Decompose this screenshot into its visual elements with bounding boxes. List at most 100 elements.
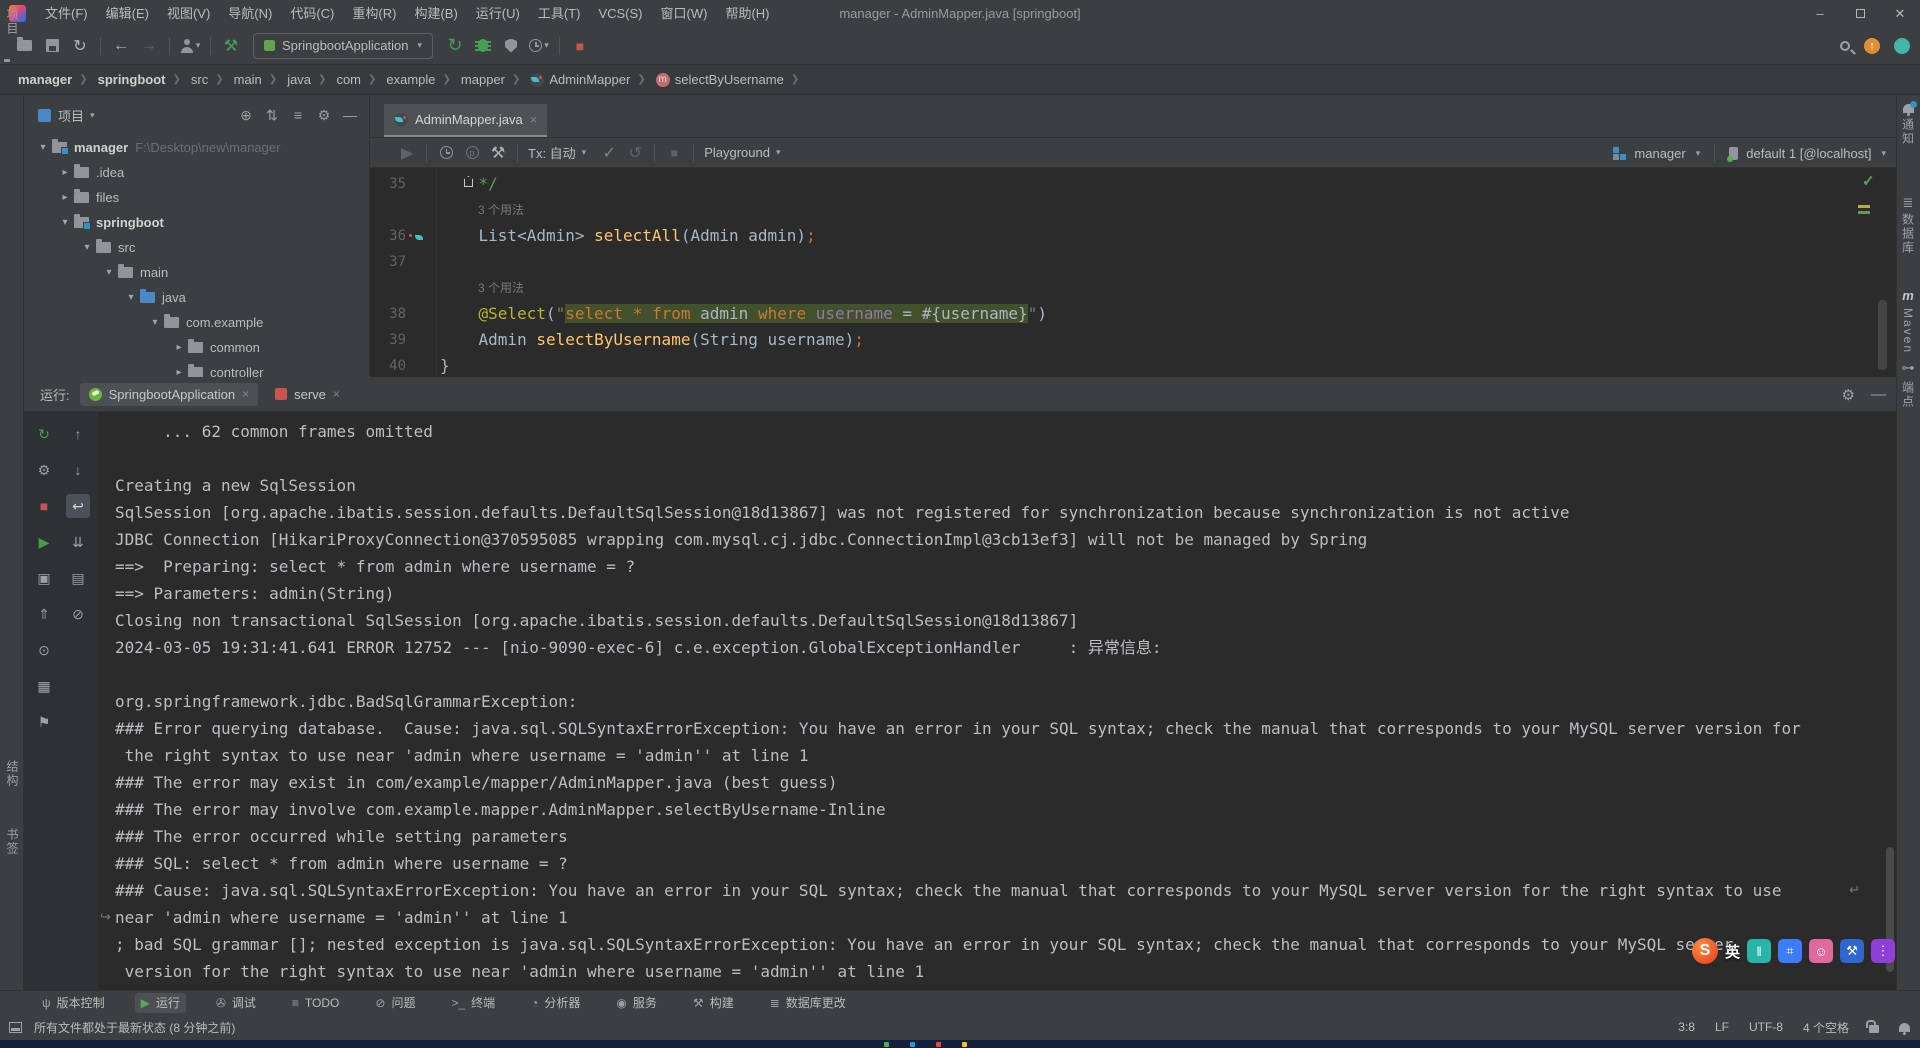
- user-button[interactable]: ▾: [176, 34, 204, 58]
- tree-row[interactable]: ▾ springboot: [24, 210, 369, 235]
- breadcrumb-item[interactable]: m springboot ❯: [94, 72, 187, 87]
- tree-row[interactable]: ▾ java: [24, 285, 369, 310]
- tool-window-switcher-icon[interactable]: [9, 1022, 22, 1033]
- console-action-icon[interactable]: ⊙: [32, 638, 56, 662]
- stripe-tab-maven[interactable]: m Maven: [1897, 288, 1919, 354]
- menu-item[interactable]: 帮助(H): [716, 0, 778, 27]
- menu-item[interactable]: 代码(C): [281, 0, 343, 27]
- session-select[interactable]: default 1 [@localhost]: [1746, 146, 1871, 161]
- console-settings-button[interactable]: ⚒: [485, 141, 511, 165]
- console-action-icon[interactable]: ▣: [32, 566, 56, 590]
- tree-row[interactable]: ▾ manager F:\Desktop\new\manager: [24, 135, 369, 160]
- tool-window-button[interactable]: ▶ 运行: [135, 993, 186, 1013]
- console-run-button[interactable]: ▶: [394, 141, 420, 165]
- tree-chevron-icon[interactable]: ▾: [78, 242, 96, 253]
- tx-mode-select[interactable]: Tx: 自动: [528, 143, 576, 162]
- tool-window-button[interactable]: ⊘ 问题: [369, 993, 421, 1013]
- line-ending[interactable]: LF: [1715, 1020, 1729, 1034]
- tree-chevron-icon[interactable]: ▸: [170, 342, 188, 353]
- warning-stripe-mark[interactable]: [1858, 205, 1870, 208]
- coverage-button[interactable]: [497, 34, 525, 58]
- menu-item[interactable]: 导航(N): [219, 0, 281, 27]
- console-parameters-button[interactable]: p: [459, 141, 485, 165]
- console-action-icon[interactable]: ⚙: [32, 458, 56, 482]
- schema-select[interactable]: manager: [1634, 146, 1685, 161]
- console-action-icon[interactable]: ↻: [32, 422, 56, 446]
- tree-row[interactable]: ▾ com.example: [24, 310, 369, 335]
- console-action-icon[interactable]: ▤: [66, 566, 90, 590]
- stripe-tab-project[interactable]: 项目: [4, 8, 21, 36]
- line-number[interactable]: 35: [370, 171, 406, 197]
- breadcrumb-item[interactable]: m AdminMapper ❯: [526, 72, 651, 87]
- run-tab[interactable]: serve ×: [266, 383, 349, 406]
- open-button[interactable]: [10, 34, 38, 58]
- tool-window-button[interactable]: ✇ 调试: [210, 993, 262, 1013]
- tree-row[interactable]: ▾ main: [24, 260, 369, 285]
- editor-tab-adminmapper[interactable]: AdminMapper.java ×: [384, 104, 547, 137]
- debug-button[interactable]: [469, 34, 497, 58]
- vcs-status-text[interactable]: 所有文件都处于最新状态 (8 分钟之前): [34, 1019, 235, 1036]
- console-action-icon[interactable]: ⇊: [66, 530, 90, 554]
- tool-window-button[interactable]: ≡ TODO: [286, 993, 345, 1013]
- tree-row[interactable]: ▸ common: [24, 335, 369, 360]
- panel-settings-button[interactable]: ⚙: [311, 104, 337, 126]
- project-panel-title[interactable]: 项目: [58, 106, 84, 125]
- menu-item[interactable]: 窗口(W): [652, 0, 717, 27]
- tree-chevron-icon[interactable]: ▾: [146, 317, 164, 328]
- line-number[interactable]: 37: [370, 249, 406, 275]
- console-action-icon[interactable]: ■: [32, 494, 56, 518]
- mybatis-gutter-icon[interactable]: [414, 231, 429, 246]
- tree-chevron-icon[interactable]: ▾: [100, 267, 118, 278]
- tool-window-button[interactable]: ≣ 数据库更改: [764, 993, 852, 1013]
- console-action-icon[interactable]: ↩: [66, 494, 90, 518]
- minimize-button[interactable]: –: [1800, 0, 1840, 27]
- tree-row[interactable]: ▾ src: [24, 235, 369, 260]
- breadcrumb-item[interactable]: m main ❯: [230, 72, 284, 87]
- stripe-tab-database[interactable]: ≣ 数据库: [1897, 198, 1919, 255]
- stop-button[interactable]: ■: [566, 34, 594, 58]
- toolbox-icon[interactable]: ⚒: [1840, 939, 1864, 963]
- menu-item[interactable]: 工具(T): [529, 0, 590, 27]
- code-editor[interactable]: */ 3 个用法 List<Admin> selectAll(Admin adm…: [370, 168, 1896, 377]
- line-number[interactable]: [370, 275, 406, 301]
- usages-inlay-hint[interactable]: 3 个用法: [370, 197, 1896, 223]
- ime-language-mode[interactable]: 英: [1725, 941, 1740, 962]
- menu-item[interactable]: 重构(R): [343, 0, 405, 27]
- tool-window-button[interactable]: ψ 版本控制: [36, 993, 111, 1013]
- caret-position[interactable]: 3:8: [1678, 1020, 1695, 1034]
- commit-button[interactable]: ✓: [596, 141, 622, 165]
- tree-row[interactable]: ▸ .idea: [24, 160, 369, 185]
- sync-button[interactable]: ↻: [66, 34, 94, 58]
- menu-item[interactable]: 编辑(E): [97, 0, 158, 27]
- chevron-down-icon[interactable]: ▾: [90, 110, 95, 121]
- console-history-button[interactable]: [433, 141, 459, 165]
- hide-panel-button[interactable]: —: [337, 104, 363, 126]
- breadcrumb-item[interactable]: m mapper ❯: [457, 72, 526, 87]
- rollback-button[interactable]: ↺: [622, 141, 648, 165]
- tree-chevron-icon[interactable]: ▸: [56, 167, 74, 178]
- hide-run-panel-button[interactable]: —: [1871, 386, 1886, 403]
- line-number[interactable]: 36: [370, 223, 406, 249]
- update-badge-icon[interactable]: ↑: [1864, 38, 1880, 54]
- breadcrumb-item[interactable]: m manager ❯: [14, 72, 94, 87]
- emoji-icon[interactable]: ☺: [1809, 939, 1833, 963]
- notifications-bell-icon[interactable]: [1899, 1023, 1910, 1032]
- more-icon[interactable]: ⋮: [1871, 939, 1895, 963]
- build-button[interactable]: ⚒: [217, 34, 245, 58]
- mic-icon[interactable]: ‖: [1747, 939, 1771, 963]
- locate-button[interactable]: ⊕: [233, 104, 259, 126]
- maximize-button[interactable]: [1840, 0, 1880, 27]
- search-icon[interactable]: [1840, 41, 1850, 51]
- back-button[interactable]: ←: [107, 34, 135, 58]
- close-tab-icon[interactable]: ×: [333, 387, 340, 401]
- playground-select[interactable]: Playground: [704, 145, 770, 160]
- tool-window-button[interactable]: ◉ 服务: [610, 993, 663, 1013]
- console-action-icon[interactable]: ⊘: [66, 602, 90, 626]
- tree-chevron-icon[interactable]: ▾: [56, 217, 74, 228]
- console-action-icon[interactable]: ▦: [32, 674, 56, 698]
- sogou-logo-icon[interactable]: S: [1692, 938, 1718, 964]
- breadcrumb-item[interactable]: m com ❯: [332, 72, 382, 87]
- close-tab-icon[interactable]: ×: [530, 112, 538, 127]
- unlock-icon[interactable]: [1869, 1025, 1879, 1033]
- run-settings-gear-icon[interactable]: ⚙: [1842, 386, 1855, 404]
